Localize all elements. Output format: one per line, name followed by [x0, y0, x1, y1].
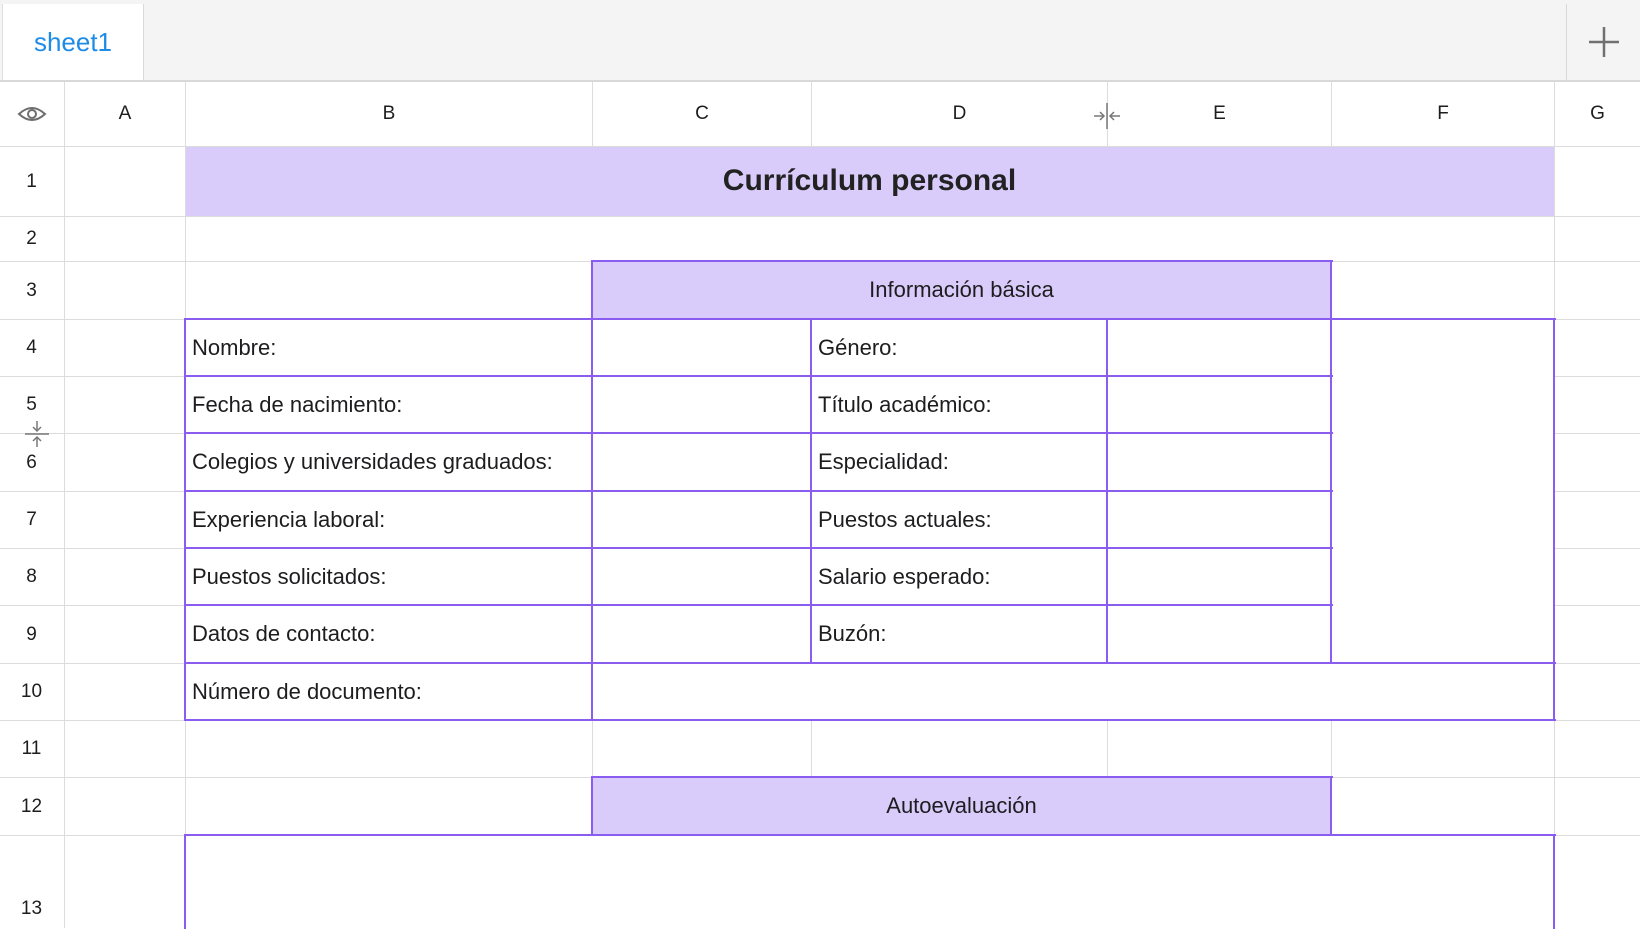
eye-icon [17, 106, 46, 121]
value-cell-e[interactable] [1108, 434, 1330, 490]
column-header-f[interactable]: F [1332, 82, 1554, 145]
value-cell-c[interactable] [593, 434, 810, 490]
row-header-13[interactable]: 13 [0, 836, 63, 928]
field-label-left[interactable]: Colegios y universidades graduados: [192, 433, 553, 491]
value-cell-e[interactable] [1108, 549, 1330, 604]
field-label-right[interactable]: Salario esperado: [818, 548, 990, 605]
tab-sheet1[interactable]: sheet1 [2, 4, 144, 80]
section-basic-header[interactable]: Información básica [592, 261, 1331, 319]
table-border [184, 318, 186, 721]
field-label-right[interactable]: Puestos actuales: [818, 491, 992, 548]
row-header-1[interactable]: 1 [0, 147, 63, 216]
column-header-e[interactable]: E [1108, 82, 1331, 145]
field-label-left[interactable]: Nombre: [192, 319, 276, 376]
value-cell-e[interactable] [1108, 377, 1330, 432]
add-sheet-button[interactable] [1566, 4, 1640, 80]
field-label-right[interactable]: Buzón: [818, 605, 887, 663]
row-header-4[interactable]: 4 [0, 320, 63, 376]
row-header-12[interactable]: 12 [0, 778, 63, 835]
document-number-value[interactable] [593, 664, 1553, 719]
value-cell-e[interactable] [1108, 492, 1330, 547]
value-cell-c[interactable] [593, 549, 810, 604]
self-evaluation-value[interactable] [186, 836, 1553, 928]
column-header-g[interactable]: G [1555, 82, 1640, 145]
gridline-v [811, 720, 812, 777]
field-label-left[interactable]: Puestos solicitados: [192, 548, 386, 605]
value-cell-c[interactable] [593, 492, 810, 547]
field-label-right[interactable]: Especialidad: [818, 433, 949, 491]
gridline-h [1554, 491, 1640, 492]
value-cell-e[interactable] [1108, 606, 1330, 662]
gridline-h [1554, 605, 1640, 606]
field-label-right[interactable]: Título académico: [818, 376, 992, 433]
row-resize-icon [25, 421, 49, 447]
column-resize-icon [1094, 103, 1120, 129]
spreadsheet-grid: A B C D E F G 1 2 3 4 5 6 7 8 9 10 11 12 13 Currículum perso… [0, 82, 1640, 929]
sheet-title[interactable]: Currículum personal [185, 146, 1554, 216]
gridline-v [592, 720, 593, 777]
tab-label: sheet1 [33, 26, 113, 57]
field-label-right[interactable]: Género: [818, 319, 898, 376]
select-all-corner[interactable] [0, 82, 63, 145]
gridline-h [1554, 720, 1640, 721]
table-border [1553, 834, 1555, 929]
plus-icon [1588, 27, 1619, 57]
gridline-h [1554, 376, 1640, 377]
row-resize-handle[interactable] [21, 418, 53, 450]
field-label-left[interactable]: Experiencia laboral: [192, 491, 385, 548]
gridline-h [1554, 548, 1640, 549]
gridline-h [0, 216, 1640, 217]
value-cell-c[interactable] [593, 320, 810, 375]
row-header-11[interactable]: 11 [0, 721, 63, 777]
value-cell-c[interactable] [593, 606, 810, 662]
gridline-v [1331, 720, 1332, 777]
gridline-h [1554, 319, 1640, 320]
row-header-8[interactable]: 8 [0, 549, 63, 605]
value-cell-c[interactable] [593, 377, 810, 432]
sheet-tab-bar: sheet1 [0, 0, 1640, 82]
row-header-7[interactable]: 7 [0, 492, 63, 548]
column-header-a[interactable]: A [65, 82, 185, 145]
column-header-c[interactable]: C [593, 82, 811, 145]
row-header-10[interactable]: 10 [0, 664, 63, 720]
row-header-9[interactable]: 9 [0, 606, 63, 663]
gridline-v [64, 82, 65, 928]
gridline-h [1554, 663, 1640, 664]
section-self-header[interactable]: Autoevaluación [592, 777, 1331, 835]
gridline-h [1554, 835, 1640, 836]
field-label-left[interactable]: Fecha de nacimiento: [192, 376, 402, 433]
photo-cell-f[interactable] [1332, 320, 1553, 662]
gridline-v [1107, 720, 1108, 777]
column-resize-handle[interactable] [1091, 100, 1123, 132]
row-header-3[interactable]: 3 [0, 262, 63, 319]
column-header-d[interactable]: D [812, 82, 1107, 145]
column-header-b[interactable]: B [186, 82, 592, 145]
row-header-2[interactable]: 2 [0, 217, 63, 261]
gridline-h [1554, 433, 1640, 434]
table-border [1553, 318, 1555, 721]
value-cell-e[interactable] [1108, 320, 1330, 375]
table-border [810, 318, 812, 664]
field-label-left[interactable]: Número de documento: [192, 663, 422, 720]
field-label-left[interactable]: Datos de contacto: [192, 605, 375, 663]
